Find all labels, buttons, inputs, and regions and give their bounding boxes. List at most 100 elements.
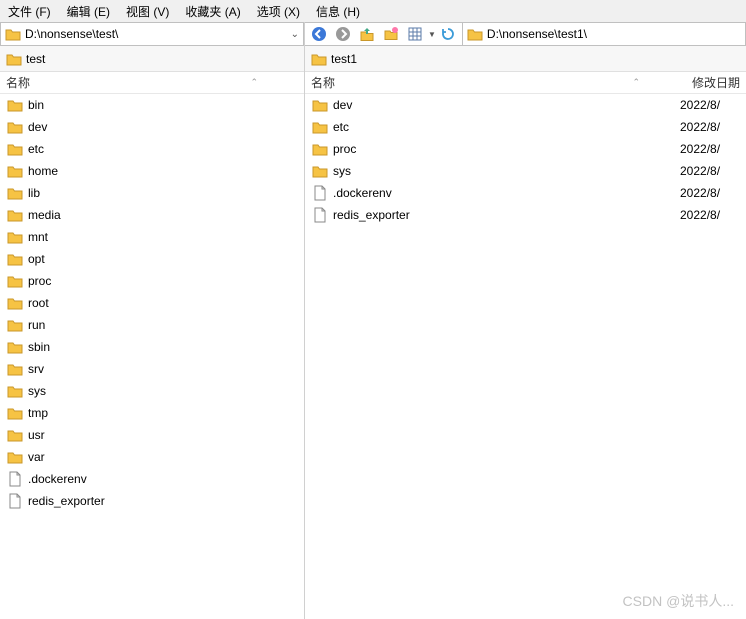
item-name: .dockerenv [28,472,298,486]
list-item[interactable]: sys2022/8/ [305,160,746,182]
folder-icon [6,362,24,376]
item-name: dev [28,120,298,134]
item-date: 2022/8/ [680,164,740,178]
view-mode-button[interactable] [404,24,426,44]
list-item[interactable]: opt [0,248,304,270]
menu-favorites[interactable]: 收藏夹 (A) [185,3,240,20]
left-file-list[interactable]: bin dev etc home lib media mnt opt proc root run sb… [0,94,304,619]
item-name: dev [333,98,680,112]
folder-icon [6,230,24,244]
item-name: opt [28,252,298,266]
left-breadcrumb[interactable]: test [0,46,304,72]
left-column-header[interactable]: 名称⌃ [0,72,304,94]
sort-caret-icon: ⌃ [250,77,258,88]
right-breadcrumb[interactable]: test1 [305,46,746,72]
item-name: var [28,450,298,464]
list-item[interactable]: redis_exporter [0,490,304,512]
list-item[interactable]: dev2022/8/ [305,94,746,116]
list-item[interactable]: lib [0,182,304,204]
list-item[interactable]: root [0,292,304,314]
left-pane: D:\nonsense\test\ ⌄ test 名称⌃ bin dev etc ho… [0,22,305,619]
item-date: 2022/8/ [680,208,740,222]
item-name: mnt [28,230,298,244]
menu-options[interactable]: 选项 (X) [257,3,300,20]
folder-icon [311,52,327,66]
item-name: media [28,208,298,222]
refresh-button[interactable] [437,24,459,44]
right-crumb-label: test1 [331,52,357,66]
list-item[interactable]: tmp [0,402,304,424]
file-icon [6,471,24,487]
left-path-input[interactable]: D:\nonsense\test\ ⌄ [1,23,303,45]
list-item[interactable]: .dockerenv2022/8/ [305,182,746,204]
list-item[interactable]: dev [0,116,304,138]
folder-icon [6,318,24,332]
right-file-list[interactable]: dev2022/8/etc2022/8/proc2022/8/sys2022/8… [305,94,746,619]
folder-icon [6,252,24,266]
right-pane: ▼ D:\nonsense\test1\ test1 名称⌃ 修改日期 dev2… [305,22,746,619]
item-name: root [28,296,298,310]
item-name: etc [333,120,680,134]
item-date: 2022/8/ [680,98,740,112]
item-name: redis_exporter [28,494,298,508]
up-button[interactable] [356,24,378,44]
col-name-label: 名称 [311,74,335,91]
menu-info[interactable]: 信息 (H) [316,3,360,20]
list-item[interactable]: sbin [0,336,304,358]
item-date: 2022/8/ [680,186,740,200]
folder-icon [6,274,24,288]
forward-button[interactable] [332,24,354,44]
folder-icon [311,142,329,156]
file-icon [311,207,329,223]
folder-icon [6,52,22,66]
item-name: sbin [28,340,298,354]
folder-icon [6,340,24,354]
item-name: redis_exporter [333,208,680,222]
list-item[interactable]: var [0,446,304,468]
folder-icon [6,142,24,156]
view-mode-dropdown-icon[interactable]: ▼ [428,30,436,39]
dropdown-icon[interactable]: ⌄ [291,29,299,40]
folder-icon [311,120,329,134]
list-item[interactable]: proc [0,270,304,292]
list-item[interactable]: home [0,160,304,182]
list-item[interactable]: etc2022/8/ [305,116,746,138]
folder-icon [5,27,21,41]
folder-icon [6,428,24,442]
menu-view[interactable]: 视图 (V) [126,3,169,20]
sort-caret-icon: ⌃ [632,77,640,88]
item-name: usr [28,428,298,442]
list-item[interactable]: usr [0,424,304,446]
folder-icon [6,120,24,134]
list-item[interactable]: proc2022/8/ [305,138,746,160]
folder-icon [6,450,24,464]
list-item[interactable]: run [0,314,304,336]
folder-icon [311,98,329,112]
list-item[interactable]: redis_exporter2022/8/ [305,204,746,226]
folder-icon [311,164,329,178]
list-item[interactable]: sys [0,380,304,402]
list-item[interactable]: media [0,204,304,226]
item-date: 2022/8/ [680,142,740,156]
back-button[interactable] [308,24,330,44]
folder-icon [6,164,24,178]
menu-file[interactable]: 文件 (F) [8,3,51,20]
folder-icon [6,98,24,112]
list-item[interactable]: etc [0,138,304,160]
list-item[interactable]: .dockerenv [0,468,304,490]
list-item[interactable]: mnt [0,226,304,248]
menu-edit[interactable]: 编辑 (E) [67,3,110,20]
list-item[interactable]: srv [0,358,304,380]
right-path-input[interactable]: D:\nonsense\test1\ [463,22,746,46]
item-name: sys [28,384,298,398]
folder-icon [6,186,24,200]
right-column-header[interactable]: 名称⌃ 修改日期 [305,72,746,94]
left-crumb-label: test [26,52,45,66]
item-name: home [28,164,298,178]
list-item[interactable]: bin [0,94,304,116]
new-folder-button[interactable] [380,24,402,44]
item-name: tmp [28,406,298,420]
folder-icon [6,384,24,398]
item-name: srv [28,362,298,376]
item-name: run [28,318,298,332]
